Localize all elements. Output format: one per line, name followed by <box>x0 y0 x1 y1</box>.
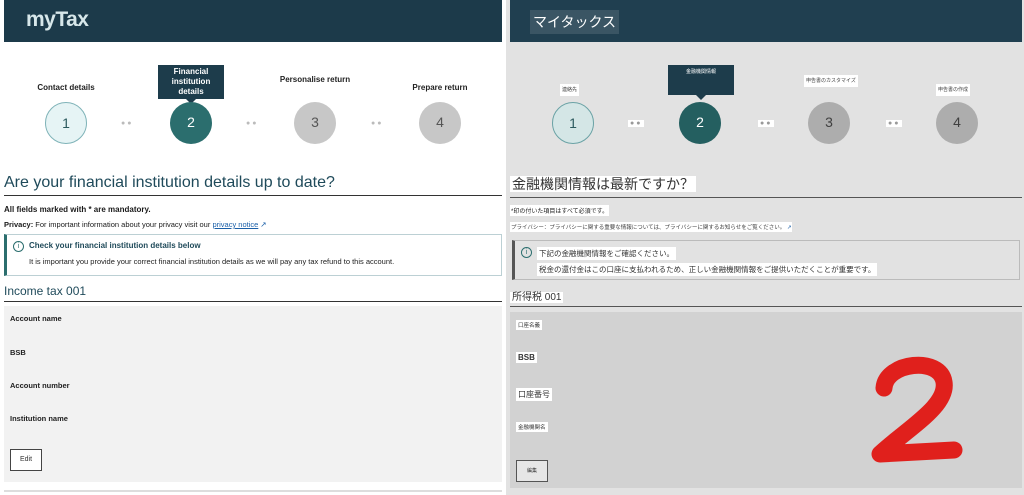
mytax-logo[interactable]: myTax <box>26 8 89 32</box>
step-4-circle[interactable]: 4 <box>936 102 978 144</box>
step-3-circle[interactable]: 3 <box>294 102 336 144</box>
privacy-text: For important information about your pri… <box>35 220 211 229</box>
step-label-personalise: 申告書のカスタマイズ <box>804 75 858 87</box>
step-connector-dots: ●● <box>628 120 645 127</box>
step-1-circle[interactable]: 1 <box>552 102 594 144</box>
app-header: マイタックス <box>510 0 1022 42</box>
info-icon: i <box>13 241 24 252</box>
divider <box>4 490 502 492</box>
step-label-contact: Contact details <box>37 83 95 92</box>
info-message-box: i 下記の金融機関情報をご確認ください。 税金の還付金はこの口座に支払われるため… <box>512 240 1020 280</box>
progress-stepper: 連絡先 1 ●● 金融機関情報 2 ●● 申告書のカスタマイズ 3 ●● 申告書… <box>506 60 1024 150</box>
english-panel: myTax Contact details 1 ●● Financial ins… <box>0 0 506 495</box>
field-label-account-name: 口座名義 <box>516 320 543 330</box>
japanese-panel: マイタックス 連絡先 1 ●● 金融機関情報 2 ●● 申告書のカスタマイズ 3… <box>506 0 1024 495</box>
step-4-circle[interactable]: 4 <box>419 102 461 144</box>
step-connector-dots: ●● <box>246 120 259 127</box>
red-number-2-mark <box>871 356 963 463</box>
step-3-circle[interactable]: 3 <box>808 102 850 144</box>
step-connector-dots: ●● <box>886 120 903 127</box>
mandatory-note: *印の付いた項目はすべて必須です。 <box>510 205 610 216</box>
field-label-bsb: BSB <box>516 352 537 363</box>
step-2-circle[interactable]: 2 <box>679 102 721 144</box>
privacy-notice-link[interactable]: privacy notice <box>212 220 258 229</box>
step-label-contact: 連絡先 <box>560 84 580 96</box>
mytax-logo[interactable]: マイタックス <box>530 10 620 34</box>
section-title-text: 所得税 001 <box>510 292 564 303</box>
info-title: Check your financial institution details… <box>29 241 201 250</box>
external-link-icon: ↗ <box>786 225 792 231</box>
section-title-income-tax: 所得税 001 <box>510 288 1022 307</box>
app-header: myTax <box>4 0 502 42</box>
privacy-text: プライバシー：プライバシーに関する重要な情報については、プライバシーに関するお知… <box>511 225 786 231</box>
edit-button[interactable]: 編集 <box>516 460 548 482</box>
field-label-institution-name: 金融機関名 <box>516 422 548 432</box>
field-label-account-name: Account name <box>10 314 62 323</box>
step-label-prepare: 申告書の作成 <box>936 84 971 96</box>
external-link-icon: ↗ <box>260 220 267 229</box>
step-connector-dots: ●● <box>121 120 134 127</box>
field-label-institution-name: Institution name <box>10 414 68 423</box>
mandatory-note: All fields marked with * are mandatory. <box>4 205 151 214</box>
info-body: 税金の還付金はこの口座に支払われるため、正しい金融機関情報をご提供いただくことが… <box>537 263 878 276</box>
edit-button[interactable]: Edit <box>10 449 42 471</box>
info-body: It is important you provide your correct… <box>29 257 395 266</box>
info-title: 下記の金融機関情報をご確認ください。 <box>537 247 676 260</box>
active-step-tooltip: Financial institution details <box>158 65 224 104</box>
info-icon: i <box>521 247 532 258</box>
active-step-tooltip: 金融機関情報 <box>668 65 734 100</box>
privacy-notice-text: プライバシー：プライバシーに関する重要な情報については、プライバシーに関するお知… <box>510 222 793 232</box>
step-connector-dots: ●● <box>371 120 384 127</box>
step-2-circle[interactable]: 2 <box>170 102 212 144</box>
privacy-notice-text: Privacy: For important information about… <box>4 220 267 229</box>
page-title: Are your financial institution details u… <box>4 174 502 196</box>
step-connector-dots: ●● <box>758 120 775 127</box>
privacy-label: Privacy: <box>4 220 34 229</box>
step-label-prepare: Prepare return <box>412 83 468 92</box>
field-label-bsb: BSB <box>10 348 26 357</box>
page-title-text: 金融機関情報は最新ですか？ <box>510 176 696 192</box>
field-label-account-number: 口座番号 <box>516 388 552 401</box>
page-title: 金融機関情報は最新ですか？ <box>510 174 1022 198</box>
step-label-personalise: Personalise return <box>279 75 351 84</box>
account-details-card: Account name BSB Account number Institut… <box>4 306 502 482</box>
section-title-income-tax: Income tax 001 <box>4 284 502 302</box>
field-label-account-number: Account number <box>10 381 70 390</box>
info-message-box: i Check your financial institution detai… <box>4 234 502 276</box>
progress-stepper: Contact details 1 ●● Financial instituti… <box>0 60 506 150</box>
step-1-circle[interactable]: 1 <box>45 102 87 144</box>
